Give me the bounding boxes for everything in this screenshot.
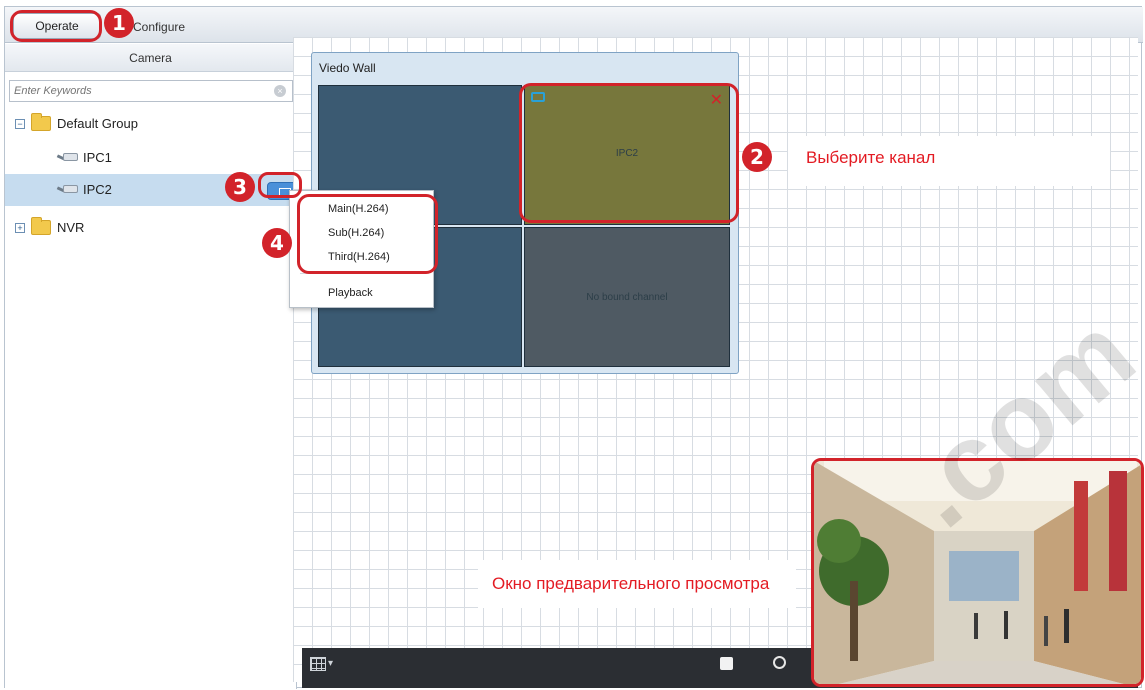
step-badge: 3 (225, 172, 255, 202)
tree-label: NVR (57, 220, 85, 235)
tree-label: IPC2 (83, 182, 112, 197)
highlight-ring (258, 172, 302, 198)
highlight-ring (519, 83, 739, 223)
tree-label: Default Group (57, 116, 138, 131)
tree-label: IPC1 (83, 150, 112, 165)
clear-icon[interactable]: × (274, 85, 286, 97)
layout-grid-icon[interactable] (310, 657, 326, 671)
camera-icon (56, 184, 79, 196)
tree-item-default-group[interactable]: − Default Group (5, 108, 295, 140)
configure-tab[interactable]: Configure (129, 17, 185, 37)
stop-icon[interactable] (720, 657, 733, 670)
search-input[interactable] (10, 81, 260, 101)
step-badge: 2 (742, 142, 772, 172)
camera-sidebar: Camera × − Default Group IPC1 IPC2 + NVR (5, 44, 301, 689)
annotation-select-channel: Выберите канал (788, 136, 1110, 186)
collapse-icon[interactable]: − (15, 119, 25, 129)
highlight-ring (10, 10, 102, 42)
menu-item-playback[interactable]: Playback (328, 287, 373, 299)
wall-cell-4[interactable]: No bound channel (524, 227, 730, 367)
step-badge: 1 (104, 8, 134, 38)
folder-icon (31, 217, 51, 235)
cell-channel-label: No bound channel (586, 292, 668, 303)
highlight-ring (297, 194, 438, 274)
wall-title: Viedo Wall (319, 61, 376, 75)
tree-item-ipc1[interactable]: IPC1 (5, 142, 295, 174)
expand-icon[interactable]: + (15, 223, 25, 233)
sidebar-header: Camera (5, 44, 296, 72)
camera-icon (56, 152, 79, 164)
chevron-down-icon[interactable]: ▾ (328, 658, 333, 669)
annotation-preview-window: Окно предварительного просмотра (478, 560, 796, 608)
search-icon[interactable] (773, 656, 786, 669)
tree-item-nvr[interactable]: + NVR (5, 212, 295, 244)
search-box: × (9, 80, 293, 102)
folder-icon (31, 113, 51, 131)
step-badge: 4 (262, 228, 292, 258)
